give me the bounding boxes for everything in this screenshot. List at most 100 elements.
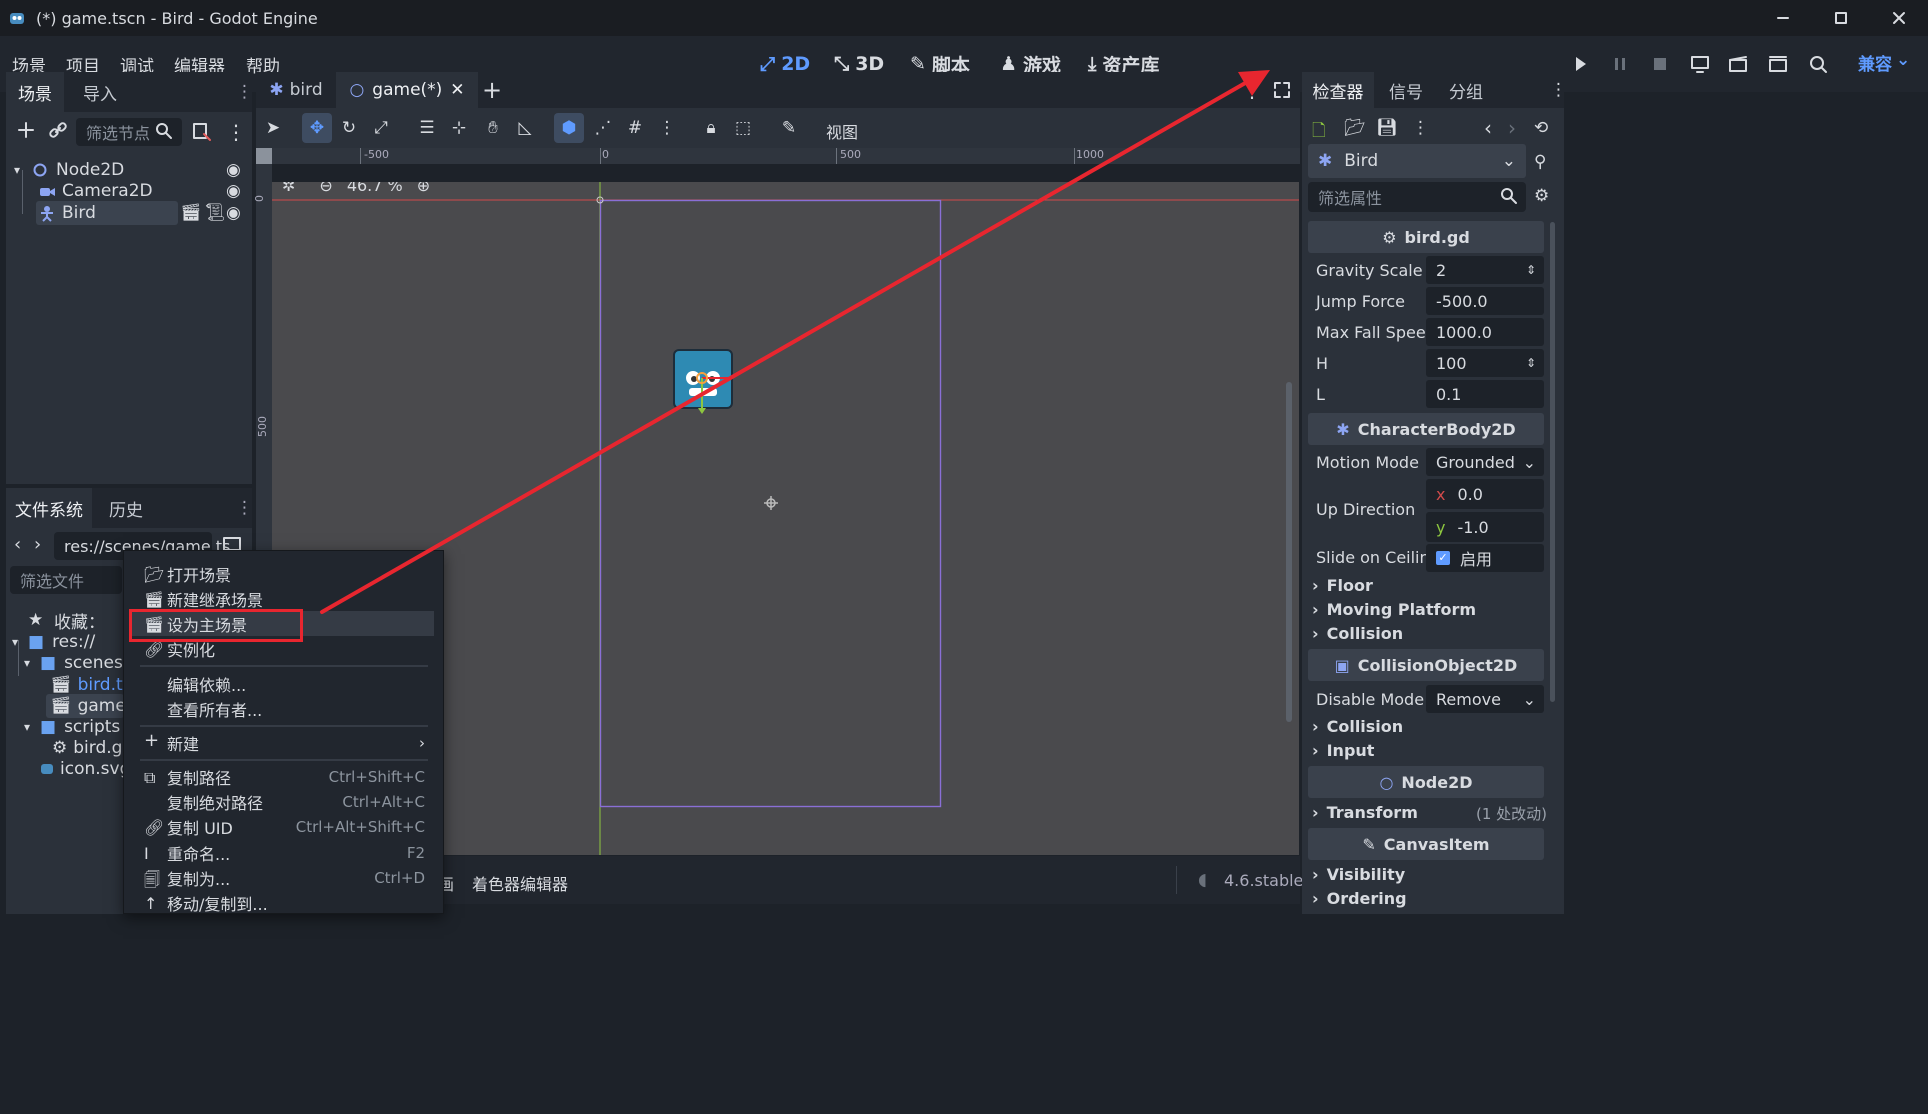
grid-snap-button[interactable]: # [620,113,650,143]
tab-import[interactable]: 导入 [72,72,128,112]
run-project-button[interactable] [1568,52,1592,76]
script-icon[interactable]: 📜︎ [204,203,226,223]
group-floor[interactable]: › Floor [1312,576,1373,595]
prop-l-value[interactable]: 0.1 [1426,380,1544,408]
bottom-tab-shader-editor[interactable]: 着色器编辑器 [472,871,568,895]
up-direction-y[interactable]: y -1.0 [1426,512,1544,542]
tab-scene-game[interactable]: ○ game(*) ✕ [336,72,478,108]
spin-icon[interactable]: ⇕ [1526,356,1536,370]
dock-menu-icon[interactable]: ⋮ [236,498,253,518]
save-resource-icon[interactable]: 💾︎ [1376,118,1398,138]
group-ordering[interactable]: › Ordering [1312,889,1407,908]
menu-item-edit-dependencies[interactable]: 编辑依赖... [124,671,445,696]
run-custom-scene-button[interactable] [1766,52,1790,76]
run-current-scene-button[interactable] [1726,52,1750,76]
disable-mode-select[interactable]: Remove ⌄ [1426,685,1544,713]
tree-node-bird[interactable]: Bird 🎬︎ 📜︎ ◉ [14,201,248,225]
section-collisionobject2d[interactable]: ▣ CollisionObject2D [1308,649,1544,681]
history-back-icon[interactable]: ‹ [1484,116,1492,140]
filter-properties-input[interactable]: 筛选属性 [1308,182,1526,212]
group-input[interactable]: › Input [1312,741,1374,760]
fs-folder-scenes[interactable]: ▾ ■ scenes [24,651,123,675]
fs-file-icon-svg[interactable]: icon.svg [40,757,130,781]
snap-options-button[interactable]: ⋰ [588,113,618,143]
rotate-mode-button[interactable]: ↻ [334,113,364,143]
tab-inspector[interactable]: 检查器 [1302,72,1374,108]
section-canvasitem[interactable]: ✎ CanvasItem [1308,828,1544,860]
section-characterbody2d[interactable]: ✱ CharacterBody2D [1308,413,1544,445]
attach-script-button[interactable] [190,120,212,142]
prop-gravity-scale-value[interactable]: 2 ⇕ [1426,256,1544,284]
prop-jump-force-value[interactable]: -500.0 [1426,287,1544,315]
filter-files-input[interactable]: 筛选文件 [10,566,122,594]
group-moving-platform[interactable]: › Moving Platform [1312,600,1476,619]
smart-snap-button[interactable]: ⬢ [554,113,584,143]
group-transform[interactable]: › Transform [1312,803,1418,822]
distraction-free-icon[interactable] [1272,80,1292,100]
add-node-button[interactable] [14,118,38,142]
fs-favorites[interactable]: ★ 收藏： [28,608,105,633]
tree-node-camera2d[interactable]: Camera2D ◉ [14,179,248,203]
prop-h-value[interactable]: 100 ⇕ [1426,349,1544,377]
section-bird-gd[interactable]: ⚙ bird.gd [1308,221,1544,253]
snap-more-button[interactable]: ⋮ [652,113,682,143]
clapper-icon[interactable]: 🎬︎ [180,203,202,223]
group-collision[interactable]: › Collision [1312,624,1403,643]
add-tab-icon[interactable]: + [482,76,502,104]
section-node2d[interactable]: ○ Node2D [1308,766,1544,798]
lock-button[interactable]: 🔒︎ [696,113,726,143]
group-visibility[interactable]: › Visibility [1312,865,1405,884]
property-tools-icon[interactable]: ⚙ [1534,186,1549,206]
visibility-eye-icon[interactable]: ◉ [226,203,241,223]
object-options-icon[interactable]: ⚲ [1534,152,1546,172]
menu-item-open-scene[interactable]: 📂︎ 打开场景 [124,561,445,586]
dock-menu-icon[interactable]: ⋮ [1550,80,1567,100]
open-resource-icon[interactable]: 📂︎ [1344,118,1366,138]
up-direction-x[interactable]: x 0.0 [1426,479,1544,509]
minimize-button[interactable] [1754,0,1812,36]
view-menu[interactable]: 视图 [826,119,858,143]
stop-button[interactable] [1648,52,1672,76]
zoom-level[interactable]: 46.7 % [347,182,403,195]
menu-item-copy-absolute-path[interactable]: 复制绝对路径 Ctrl+Alt+C [124,789,445,814]
back-icon[interactable]: ‹ [14,534,21,555]
menu-item-rename[interactable]: I 重命名... F2 [124,840,445,865]
visibility-eye-icon[interactable]: ◉ [226,160,241,180]
movie-maker-button[interactable] [1806,52,1830,76]
maximize-button[interactable] [1812,0,1870,36]
pause-button[interactable] [1608,52,1632,76]
transform-gizmo[interactable] [692,368,738,418]
pan-mode-button[interactable]: ✋︎ [478,113,508,143]
scene-more-icon[interactable]: ⋮ [226,120,246,144]
tab-filesystem[interactable]: 文件系统 [6,488,92,528]
inspector-scrollbar[interactable] [1550,222,1555,702]
object-selector[interactable]: ✱ Bird ⌄ [1308,144,1526,178]
center-view-icon[interactable]: ✲ [282,182,295,195]
zoom-out-button[interactable]: ⊖ [319,182,332,195]
instance-scene-button[interactable] [46,118,70,142]
group-collision-2[interactable]: › Collision [1312,717,1403,736]
motion-mode-select[interactable]: Grounded ⌄ [1426,448,1544,476]
prop-max-fall-speed-value[interactable]: 1000.0 [1426,318,1544,346]
dock-menu-icon[interactable]: ⋮ [236,82,253,102]
new-resource-icon[interactable]: 🗋︎ [1312,118,1326,147]
select-mode-button[interactable]: ➤ [258,113,288,143]
ruler-mode-button[interactable]: ◺ [510,113,540,143]
skeleton-button[interactable]: ✎ [774,113,804,143]
tab-signals[interactable]: 信号 [1378,72,1434,108]
pivot-button[interactable]: ⊹ [444,113,474,143]
menu-item-new[interactable]: + 新建 › [124,730,445,755]
menu-item-duplicate[interactable]: 🗐︎ 复制为... Ctrl+D [124,865,445,890]
renderer-select[interactable]: 兼容 ⌄ [1858,50,1910,75]
remote-debug-button[interactable] [1688,52,1712,76]
resource-more-icon[interactable]: ⋮ [1412,118,1429,138]
menu-item-move-to[interactable]: ↑ 移动/复制到... [124,890,445,915]
tab-scene-bird[interactable]: ✱ bird [258,72,334,108]
tab-history[interactable]: 历史 [98,488,154,528]
menu-item-copy-uid[interactable]: 🔗︎ 复制 UID Ctrl+Alt+Shift+C [124,814,445,839]
slide-ceiling-checkbox[interactable]: ✓ 启用 [1426,544,1544,572]
history-icon[interactable]: ⟲ [1534,118,1548,138]
tab-scene[interactable]: 场景 [6,72,64,112]
spin-icon[interactable]: ⇕ [1526,263,1536,277]
history-forward-icon[interactable]: › [1508,116,1516,140]
